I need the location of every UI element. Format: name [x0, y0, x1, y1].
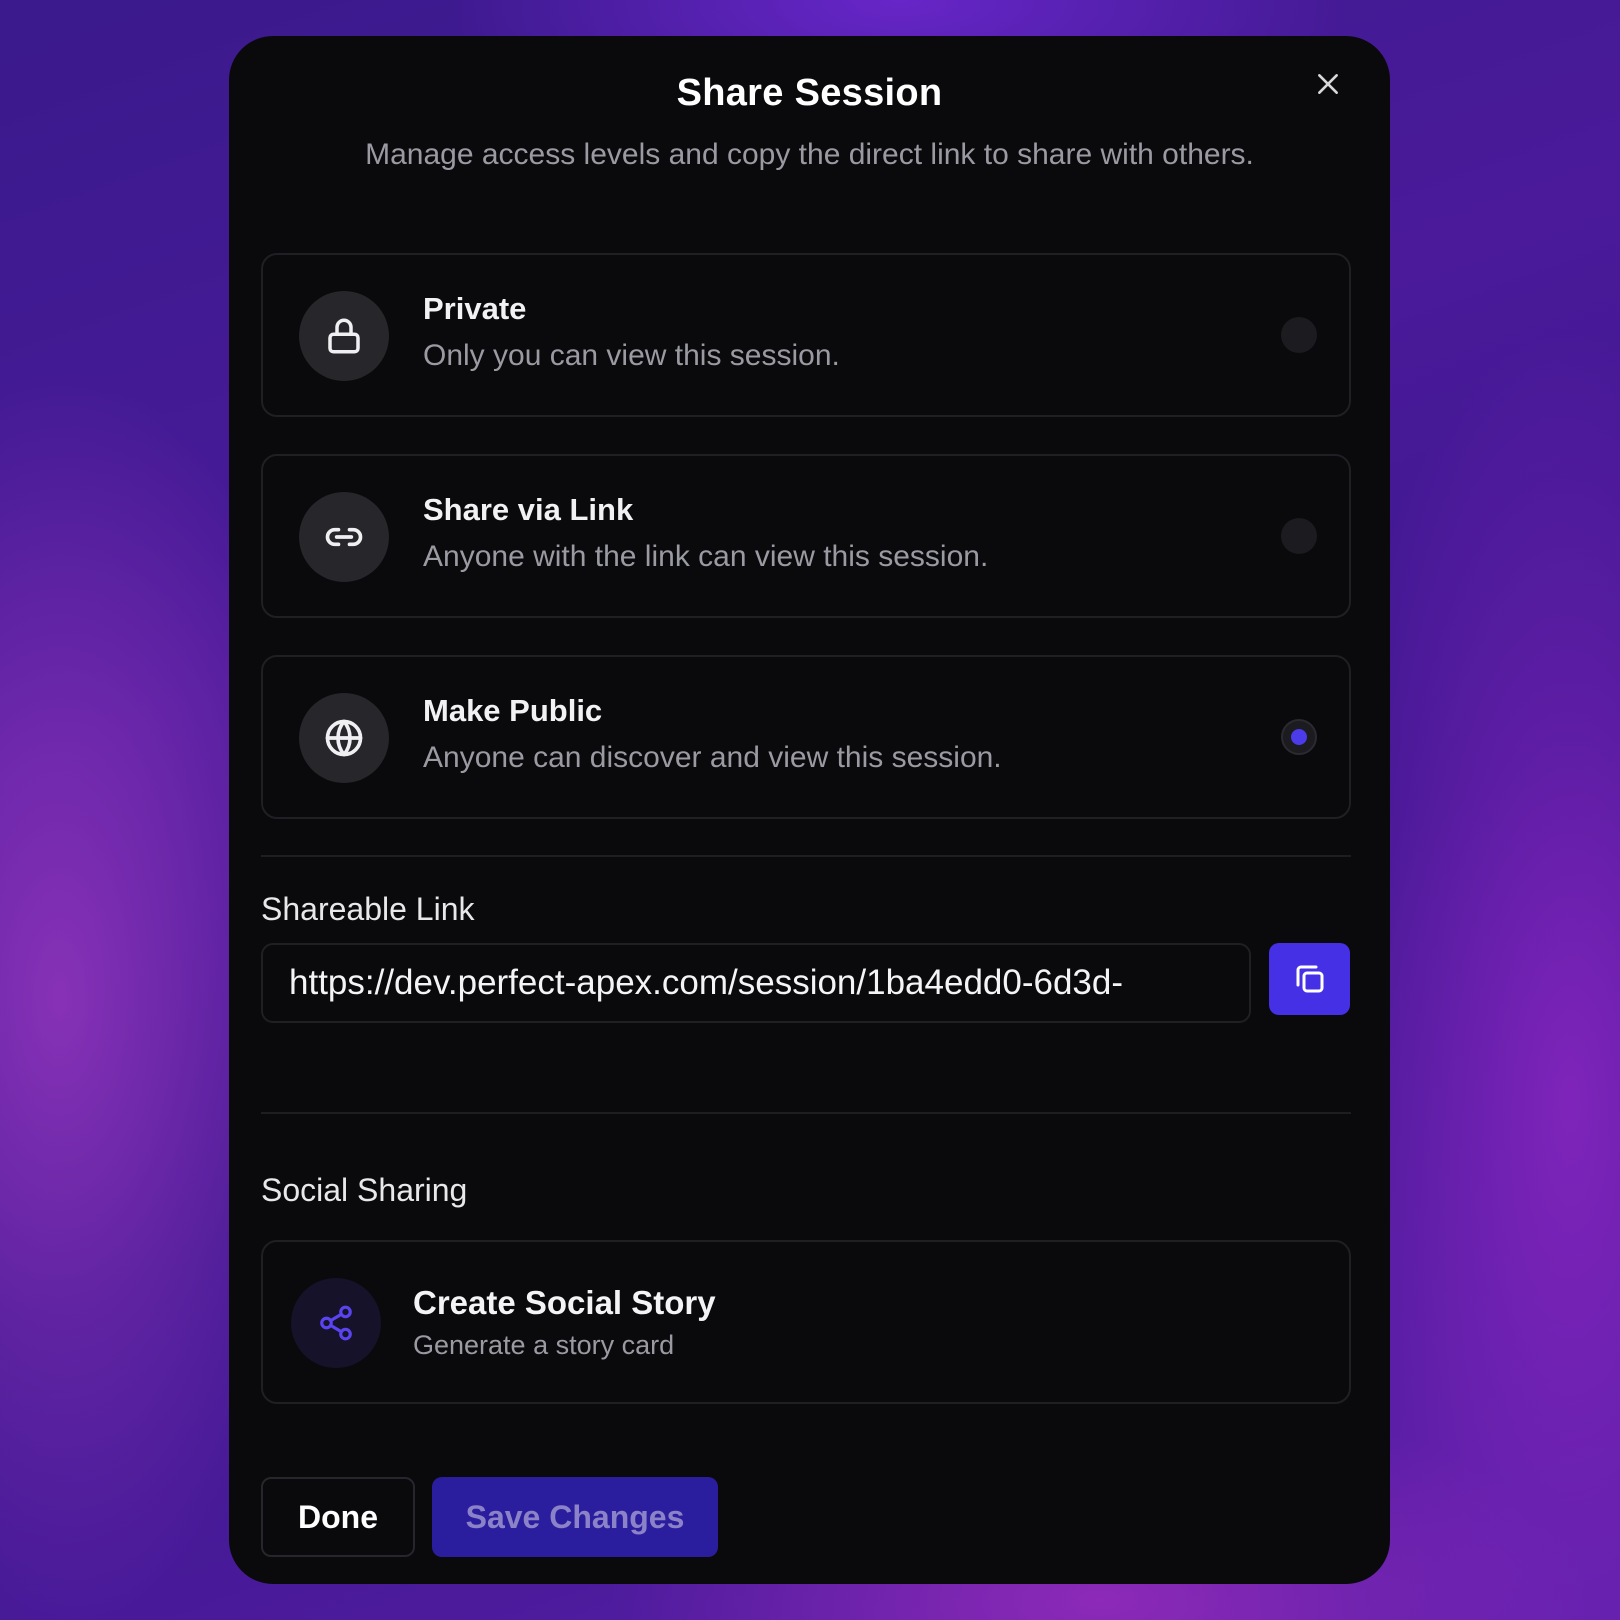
radio-public[interactable]: [1281, 719, 1317, 755]
globe-icon-wrap: [299, 693, 389, 783]
dialog-title: Share Session: [676, 72, 943, 114]
access-option-description: Anyone with the link can view this sessi…: [423, 540, 989, 573]
radio-selected-dot: [1291, 729, 1307, 745]
social-sharing-label: Social Sharing: [261, 1172, 468, 1208]
copy-icon: [1296, 965, 1323, 993]
access-option-title: Make Public: [423, 693, 603, 728]
access-option-title: Share via Link: [423, 492, 634, 527]
divider: [261, 855, 1351, 857]
create-social-story-card[interactable]: Create Social Story Generate a story car…: [261, 1240, 1351, 1404]
save-changes-button[interactable]: Save Changes: [432, 1477, 718, 1557]
divider: [261, 1112, 1351, 1114]
lock-icon-wrap: [299, 291, 389, 381]
share-session-dialog: Share Session Manage access levels and c…: [229, 36, 1390, 1584]
globe-icon: [325, 719, 363, 757]
social-story-title: Create Social Story: [413, 1284, 716, 1321]
access-option-public[interactable]: Make Public Anyone can discover and view…: [261, 655, 1351, 819]
social-story-description: Generate a story card: [413, 1330, 675, 1360]
access-option-description: Only you can view this session.: [423, 339, 840, 372]
link-icon-wrap: [299, 492, 389, 582]
access-option-link[interactable]: Share via Link Anyone with the link can …: [261, 454, 1351, 618]
link-icon: [325, 527, 363, 547]
radio-link[interactable]: [1281, 518, 1317, 554]
access-option-private[interactable]: Private Only you can view this session.: [261, 253, 1351, 417]
access-option-description: Anyone can discover and view this sessio…: [423, 741, 1002, 774]
lock-icon: [328, 318, 360, 354]
dialog-subtitle: Manage access levels and copy the direct…: [365, 138, 1254, 171]
share-icon-wrap: [291, 1278, 381, 1368]
copy-link-button[interactable]: [1269, 943, 1350, 1015]
access-option-title: Private: [423, 291, 527, 326]
shareable-link-label: Shareable Link: [261, 891, 475, 927]
radio-private[interactable]: [1281, 317, 1317, 353]
share-icon: [320, 1305, 352, 1341]
shareable-link-input[interactable]: [261, 943, 1251, 1023]
done-button[interactable]: Done: [261, 1477, 415, 1557]
